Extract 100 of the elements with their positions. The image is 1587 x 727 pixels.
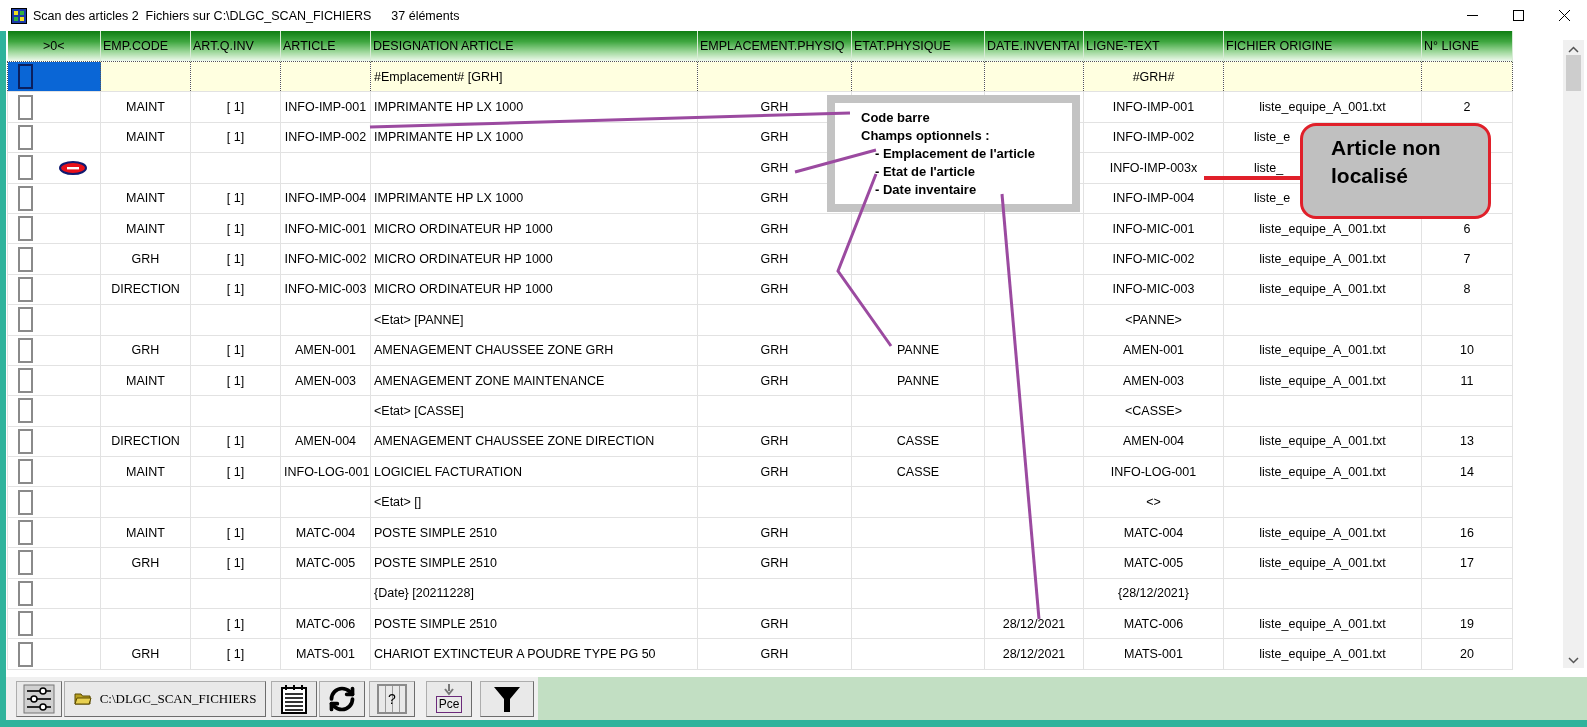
table-cell: liste_equipe_A_001.txt xyxy=(1223,426,1422,457)
import-button[interactable]: Pce xyxy=(426,680,472,717)
folder-icon xyxy=(73,692,92,705)
table-cell: INFO-IMP-002 xyxy=(280,122,371,153)
filter-cell[interactable]: #Emplacement# [GRH] xyxy=(370,61,698,92)
column-header[interactable]: DESIGNATION ARTICLE xyxy=(370,31,698,62)
row-checkbox[interactable] xyxy=(18,124,33,150)
table-cell: IMPRIMANTE HP LX 1000 xyxy=(370,91,698,123)
column-header[interactable]: N° LIGNE xyxy=(1421,31,1513,62)
table-cell: liste_equipe_A_001.txt xyxy=(1223,365,1422,396)
notes-button[interactable] xyxy=(271,680,317,717)
table-cell: PANNE xyxy=(851,335,985,366)
column-header[interactable]: DATE.INVENTAI xyxy=(984,31,1084,62)
row-checkbox[interactable] xyxy=(18,489,33,515)
column-header[interactable]: FICHIER ORIGINE xyxy=(1223,31,1422,62)
table-cell: [ 1] xyxy=(190,517,281,548)
table-cell: [ 1] xyxy=(190,122,281,153)
table-cell: 28/12/2021 xyxy=(984,608,1084,639)
row-checkbox[interactable] xyxy=(18,307,33,333)
table-cell: POSTE SIMPLE 2510 xyxy=(370,517,698,548)
row-checkbox[interactable] xyxy=(18,155,33,181)
column-header[interactable]: EMP.CODE xyxy=(100,31,191,62)
help-grid-button[interactable]: ? xyxy=(369,680,415,717)
column-header[interactable]: ARTICLE xyxy=(280,31,371,62)
table-cell: [ 1] xyxy=(190,243,281,275)
row-checkbox[interactable] xyxy=(18,459,33,485)
table-cell: INFO-MIC-002 xyxy=(280,243,371,275)
table-cell: CHARIOT EXTINCTEUR A POUDRE TYPE PG 50 xyxy=(370,638,698,670)
table-cell: 2 xyxy=(1421,91,1513,123)
table-cell: PANNE xyxy=(851,365,985,396)
table-cell: GRH xyxy=(697,517,852,548)
table-cell: GRH xyxy=(697,213,852,244)
table-cell: liste_equipe_A_001.txt xyxy=(1223,547,1422,579)
row-checkbox[interactable] xyxy=(18,580,33,606)
table-cell: MATC-004 xyxy=(1083,517,1224,548)
table-cell: INFO-MIC-001 xyxy=(280,213,371,244)
table-cell: IMPRIMANTE HP LX 1000 xyxy=(370,183,698,214)
settings-button[interactable] xyxy=(16,680,62,717)
table-cell: [ 1] xyxy=(190,456,281,487)
column-header[interactable]: EMPLACEMENT.PHYSIQ xyxy=(697,31,852,62)
row-checkbox[interactable] xyxy=(18,246,33,272)
callout-text: - Date inventaire xyxy=(874,181,978,199)
row-checkbox[interactable] xyxy=(18,611,33,637)
row-checkbox[interactable] xyxy=(18,337,33,363)
table-cell: MATC-005 xyxy=(280,547,371,579)
table-cell: 7 xyxy=(1421,243,1513,275)
column-header[interactable]: LIGNE-TEXT xyxy=(1083,31,1224,62)
row-checkbox[interactable] xyxy=(18,276,33,302)
row-checkbox[interactable] xyxy=(18,428,33,454)
table-cell: 11 xyxy=(1421,365,1513,396)
row-checkbox[interactable] xyxy=(18,520,33,546)
selector-cell[interactable] xyxy=(7,61,101,92)
table-cell: GRH xyxy=(697,335,852,366)
table-cell: liste_equipe_A_001.txt xyxy=(1223,243,1422,275)
table-cell: GRH xyxy=(697,274,852,305)
row-checkbox[interactable] xyxy=(18,641,33,667)
table-cell: liste_equipe_A_001.txt xyxy=(1223,274,1422,305)
marker-cell: <Etat> [] xyxy=(370,486,698,518)
callout-text: Champs optionnels : xyxy=(861,127,991,145)
table-cell: MAINT xyxy=(100,91,191,123)
table-cell: MATS-001 xyxy=(1083,638,1224,670)
column-header[interactable]: >0< xyxy=(7,31,101,62)
row-checkbox[interactable] xyxy=(18,64,33,90)
row-checkbox[interactable] xyxy=(18,185,33,211)
settings-icon xyxy=(23,683,55,714)
row-checkbox[interactable] xyxy=(18,216,33,242)
table-cell: AMEN-001 xyxy=(1083,335,1224,366)
scroll-thumb[interactable] xyxy=(1566,55,1581,91)
column-header[interactable]: ART.Q.INV xyxy=(190,31,281,62)
folder-button[interactable]: C:\DLGC_SCAN_FICHIERS xyxy=(64,680,266,717)
row-checkbox[interactable] xyxy=(18,368,33,394)
table-cell: [ 1] xyxy=(190,608,281,639)
filter-button[interactable] xyxy=(480,680,534,717)
scrollbar[interactable] xyxy=(1563,40,1584,668)
table-cell: AMEN-003 xyxy=(1083,365,1224,396)
filter-cell[interactable]: #GRH# xyxy=(1083,61,1224,92)
table-cell: [ 1] xyxy=(190,638,281,670)
table-cell: GRH xyxy=(100,547,191,579)
table-cell: GRH xyxy=(697,365,852,396)
column-header[interactable]: ETAT.PHYSIQUE xyxy=(851,31,985,62)
error-icon xyxy=(59,160,87,175)
table-cell: AMEN-004 xyxy=(280,426,371,457)
table-cell: 14 xyxy=(1421,456,1513,487)
table-cell: 19 xyxy=(1421,608,1513,639)
table-cell: [ 1] xyxy=(190,183,281,214)
table-cell: MAINT xyxy=(100,213,191,244)
table-cell: GRH xyxy=(697,638,852,670)
table-cell: 28/12/2021 xyxy=(984,638,1084,670)
table-cell: MICRO ORDINATEUR HP 1000 xyxy=(370,274,698,305)
table-cell: INFO-LOG-001 xyxy=(1083,456,1224,487)
table-cell: [ 1] xyxy=(190,547,281,579)
row-checkbox[interactable] xyxy=(18,94,33,120)
row-checkbox[interactable] xyxy=(18,550,33,576)
maximize-icon xyxy=(1512,10,1524,21)
marker-cell: <Etat> [CASSE] xyxy=(370,395,698,427)
table-cell: 17 xyxy=(1421,547,1513,579)
row-checkbox[interactable] xyxy=(18,398,33,424)
help-grid-icon: ? xyxy=(377,683,407,714)
refresh-button[interactable] xyxy=(319,680,365,717)
table-cell: INFO-IMP-002 xyxy=(1083,122,1224,153)
